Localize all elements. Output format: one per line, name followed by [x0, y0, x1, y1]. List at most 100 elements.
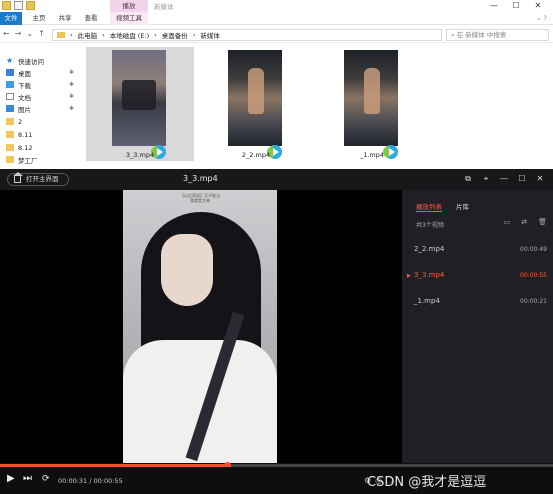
playlist-item-active[interactable]: ▶ 3_3.mp4 00:00:55: [402, 269, 553, 283]
playlist-item-duration: 00:00:55: [520, 272, 547, 279]
explorer-titlebar: 播放 新媒体 — ☐ ✕: [0, 0, 553, 12]
document-icon: [6, 93, 14, 100]
playlist-item[interactable]: 2_2.mp4 00:00:49: [402, 243, 553, 257]
tab-video-tools[interactable]: 视频工具: [110, 12, 148, 25]
tab-file[interactable]: 文件: [0, 12, 22, 25]
minimize-button[interactable]: —: [495, 173, 513, 185]
video-frame: 【以后再说】又不能当 我就是大神: [123, 190, 277, 463]
sidebar-item-quick-access[interactable]: ★ 快速访问: [6, 55, 78, 66]
close-button[interactable]: ✕: [527, 0, 549, 11]
playlist-item-name: 2_2.mp4: [414, 245, 445, 253]
open-folder-icon[interactable]: ▭: [504, 218, 511, 226]
sidebar-item-label: 8.11: [18, 130, 33, 139]
forward-button[interactable]: →: [15, 29, 22, 38]
file-explorer-window: 播放 新媒体 — ☐ ✕ 文件 主页 共享 查看 视频工具 ⌄ ? ← → ⌄ …: [0, 0, 553, 167]
folder-icon[interactable]: [2, 1, 11, 10]
file-tile[interactable]: 3_3.mp4: [86, 47, 194, 161]
playing-indicator-icon: ▶: [407, 273, 411, 279]
quick-access-toolbar: [2, 1, 35, 10]
maximize-button[interactable]: ☐: [513, 173, 531, 185]
search-input[interactable]: ⌕ 在 新媒体 中搜索: [446, 29, 549, 41]
close-button[interactable]: ✕: [531, 173, 549, 185]
back-button[interactable]: ←: [3, 29, 10, 38]
tab-home[interactable]: 主页: [28, 12, 50, 25]
play-button[interactable]: ▶: [7, 473, 15, 484]
pin-icon: ✱: [68, 105, 74, 112]
pin-icon: ✱: [68, 69, 74, 76]
file-tile[interactable]: 2_2.mp4: [202, 47, 310, 161]
sidebar-item-folder-8-12[interactable]: 8.12: [6, 142, 78, 153]
tab-library[interactable]: 片库: [456, 201, 469, 211]
sidebar-item-label: 下载: [18, 81, 31, 90]
video-canvas[interactable]: 【以后再说】又不能当 我就是大神: [0, 190, 402, 463]
home-button-label: 打开主界面: [26, 175, 59, 183]
sidebar-item-documents[interactable]: 文档 ✱: [6, 91, 78, 102]
pin-top-icon[interactable]: ⌖: [477, 173, 495, 185]
sidebar-item-folder-2[interactable]: 2: [6, 116, 78, 127]
video-thumbnail: [112, 50, 166, 146]
download-icon: [6, 81, 14, 88]
sidebar-item-pictures[interactable]: 图片 ✱: [6, 103, 78, 114]
ribbon-help[interactable]: ⌄ ?: [536, 12, 547, 25]
file-name: _1.mp4: [359, 151, 385, 159]
window-controls: — ☐ ✕: [483, 0, 549, 11]
playlist-item-name: _1.mp4: [414, 297, 440, 305]
breadcrumb-backup[interactable]: 桌面备份: [162, 30, 188, 40]
pin-icon: ✱: [68, 93, 74, 100]
tab-view[interactable]: 查看: [80, 12, 102, 25]
sidebar-item-label: 图片: [18, 105, 31, 114]
playlist-panel: 播放列表 片库 共3个视频 ▭ ⇄ 🗑 2_2.mp4 00:00:49 ▶ 3…: [402, 190, 553, 463]
tab-share[interactable]: 共享: [54, 12, 76, 25]
breadcrumb[interactable]: › 此电脑 › 本地磁盘 (E:) › 桌面备份 › 新媒体: [52, 29, 442, 41]
sidebar-item-desktop[interactable]: 桌面 ✱: [6, 67, 78, 78]
address-bar-row: ← → ⌄ ↑ › 此电脑 › 本地磁盘 (E:) › 桌面备份 › 新媒体 ⌕…: [0, 27, 553, 43]
navigation-pane: ★ 快速访问 桌面 ✱ 下载 ✱ 文档 ✱ 图片 ✱ 2 8.11 8.12 梦…: [0, 47, 80, 167]
player-titlebar: 打开主界面 3_3.mp4 ⧉ ⌖ — ☐ ✕: [0, 169, 553, 190]
window-title: 新媒体: [154, 3, 174, 11]
navigation-buttons: ← → ⌄ ↑: [3, 29, 45, 38]
new-folder-icon[interactable]: [26, 1, 35, 10]
playlist-item[interactable]: _1.mp4 00:00:21: [402, 295, 553, 309]
playlist-item-duration: 00:00:21: [520, 298, 547, 305]
sidebar-item-label: 梦工厂: [18, 156, 38, 165]
sort-icon[interactable]: ⇄: [521, 218, 527, 226]
trash-icon[interactable]: 🗑: [538, 218, 547, 226]
folder-icon: [57, 32, 65, 38]
sidebar-item-downloads[interactable]: 下载 ✱: [6, 79, 78, 90]
minimize-button[interactable]: —: [483, 0, 505, 11]
ribbon-tabs: 文件 主页 共享 查看 视频工具 ⌄ ?: [0, 12, 553, 25]
open-main-interface-button[interactable]: 打开主界面: [7, 172, 69, 186]
time-display: 00:00:31 / 00:00:55: [58, 477, 123, 485]
video-thumbnail: [344, 50, 398, 146]
pin-icon: ✱: [68, 81, 74, 88]
recent-locations-button[interactable]: ⌄: [26, 29, 33, 38]
watermark: CSDN @我才是逗逗: [367, 475, 487, 490]
picture-icon: [6, 105, 14, 112]
sidebar-item-label: 2: [18, 117, 23, 126]
breadcrumb-drive[interactable]: 本地磁盘 (E:): [110, 30, 149, 40]
sidebar-item-label: 8.12: [18, 143, 33, 152]
breadcrumb-this-pc[interactable]: 此电脑: [78, 30, 98, 40]
player-window-controls: ⧉ ⌖ — ☐ ✕: [459, 173, 549, 185]
loop-icon[interactable]: ⟳: [42, 474, 50, 484]
file-tile[interactable]: _1.mp4: [318, 47, 426, 161]
breadcrumb-current[interactable]: 新媒体: [200, 30, 220, 40]
context-tab-header: 播放: [110, 0, 148, 12]
sidebar-item-folder-8-11[interactable]: 8.11: [6, 129, 78, 140]
file-name: 2_2.mp4: [241, 151, 271, 159]
desktop-icon: [6, 69, 14, 76]
properties-icon[interactable]: [14, 1, 23, 10]
pip-icon[interactable]: ⧉: [459, 173, 477, 185]
playlist-toolbar: ▭ ⇄ 🗑: [504, 218, 547, 226]
next-button[interactable]: ⏭: [23, 473, 32, 484]
sidebar-item-folder-dreamworks[interactable]: 梦工厂: [6, 154, 78, 165]
playlist-item-duration: 00:00:49: [520, 246, 547, 253]
star-icon: ★: [6, 56, 14, 65]
maximize-button[interactable]: ☐: [505, 0, 527, 11]
sidebar-item-label: 文档: [18, 93, 31, 102]
up-button[interactable]: ↑: [38, 29, 45, 38]
folder-icon: [6, 118, 14, 125]
file-name: 3_3.mp4: [125, 151, 155, 159]
home-icon: [13, 172, 23, 183]
tab-playlist[interactable]: 播放列表: [416, 201, 442, 211]
